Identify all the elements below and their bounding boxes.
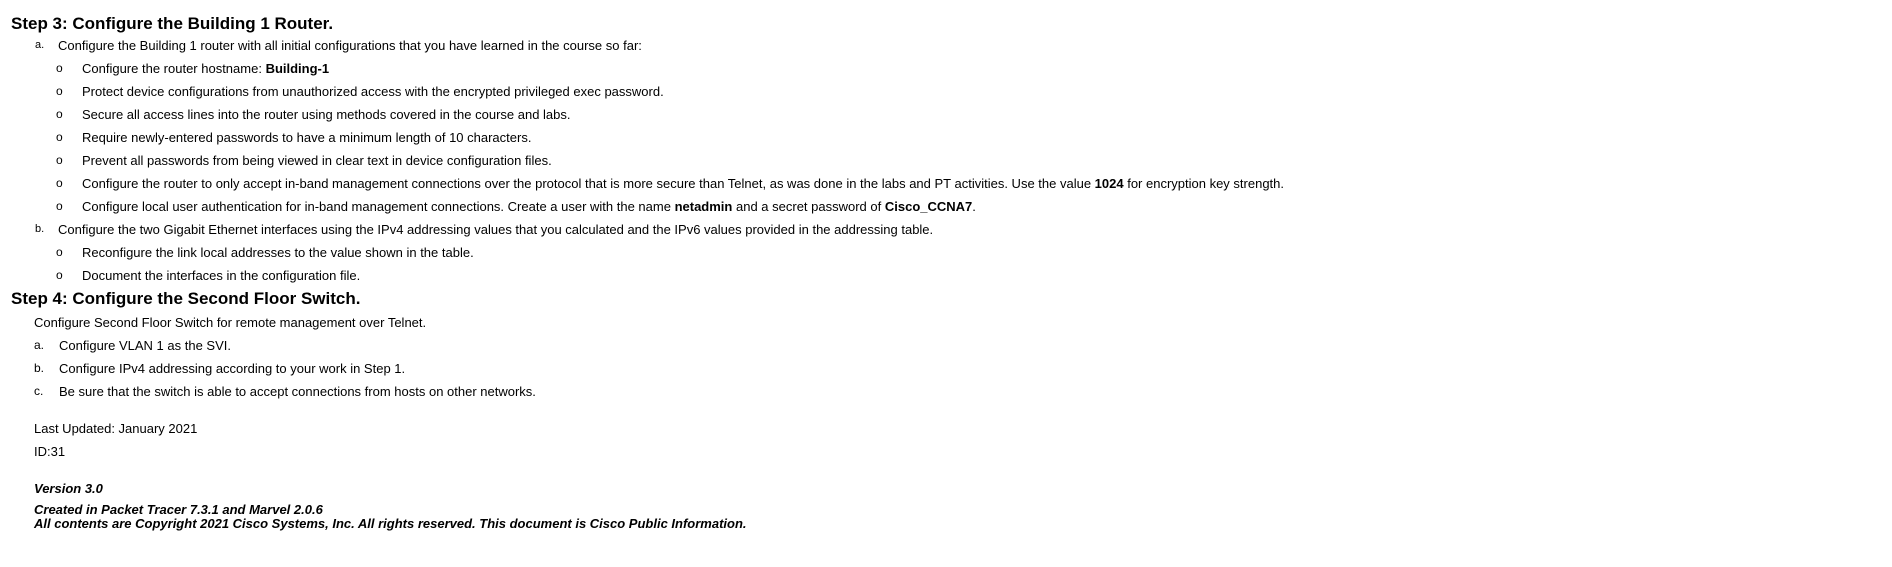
list-item: a. Configure VLAN 1 as the SVI.: [11, 334, 1871, 357]
step4-list: a. Configure VLAN 1 as the SVI. b. Confi…: [11, 334, 1871, 403]
list-marker: b.: [35, 223, 45, 235]
bullet-text: Secure all access lines into the router …: [82, 107, 571, 122]
bullet-icon: o: [56, 130, 63, 144]
list-marker: a.: [35, 39, 45, 51]
bullet-icon: o: [56, 107, 63, 121]
bullet-icon: o: [56, 84, 63, 98]
step3-item-a-bullets: o Configure the router hostname: Buildin…: [11, 57, 1871, 218]
bullet-icon: o: [56, 153, 63, 167]
bullet-icon: o: [56, 176, 63, 190]
bullet-text: Reconfigure the link local addresses to …: [82, 245, 474, 260]
last-updated: Last Updated: January 2021: [34, 421, 198, 436]
bullet-icon: o: [56, 61, 63, 75]
created-label: Created in Packet Tracer 7.3.1 and Marve…: [34, 502, 323, 517]
bullet-text: Configure local user authentication for …: [82, 199, 675, 214]
bullet-icon: o: [56, 245, 63, 259]
step3-item-b: b. Configure the two Gigabit Ethernet in…: [11, 218, 1871, 241]
list-item-text: Configure IPv4 addressing according to y…: [59, 361, 406, 376]
document-body: Step 3: Configure the Building 1 Router.…: [11, 11, 1871, 531]
password-value: Cisco_CCNA7: [884, 199, 973, 214]
step3-list-b: b. Configure the two Gigabit Ethernet in…: [11, 218, 1871, 241]
list-item: o Require newly-entered passwords to hav…: [11, 126, 1871, 149]
document-id: ID:31: [34, 444, 66, 459]
bullet-text: Prevent all passwords from being viewed …: [82, 153, 552, 168]
bullet-text: Configure the router hostname:: [82, 61, 266, 76]
document-footer: Last Updated: January 2021 ID:31 Version…: [11, 403, 1871, 531]
copyright-notice: All contents are Copyright 2021 Cisco Sy…: [34, 516, 747, 531]
bullet-text: .: [972, 199, 976, 214]
step3-item-b-bullets: o Reconfigure the link local addresses t…: [11, 241, 1871, 287]
bullet-text: Document the interfaces in the configura…: [82, 268, 361, 283]
list-item: o Configure the router hostname: Buildin…: [11, 57, 1871, 80]
list-marker: b.: [34, 361, 45, 375]
list-item: b. Configure IPv4 addressing according t…: [11, 357, 1871, 380]
version-label: Version 3.0: [34, 481, 103, 496]
step3-item-b-text: Configure the two Gigabit Ethernet inter…: [58, 222, 934, 237]
bullet-text: and a secret password of: [732, 199, 885, 214]
list-marker: a.: [34, 338, 45, 352]
step4-heading: Step 4: Configure the Second Floor Switc…: [11, 289, 361, 308]
list-item: o Protect device configurations from una…: [11, 80, 1871, 103]
username-value: netadmin: [674, 199, 733, 214]
list-item: o Configure local user authentication fo…: [11, 195, 1871, 218]
step3-list: a. Configure the Building 1 router with …: [11, 34, 1871, 57]
bullet-icon: o: [56, 199, 63, 213]
bullet-text: Protect device configurations from unaut…: [82, 84, 664, 99]
list-item: c. Be sure that the switch is able to ac…: [11, 380, 1871, 403]
bullet-text: Require newly-entered passwords to have …: [82, 130, 532, 145]
list-item: o Secure all access lines into the route…: [11, 103, 1871, 126]
key-strength-value: 1024: [1094, 176, 1124, 191]
list-marker: c.: [34, 384, 44, 398]
step3-item-a-text: Configure the Building 1 router with all…: [58, 38, 642, 53]
list-item-text: Configure VLAN 1 as the SVI.: [59, 338, 231, 353]
bullet-text: Configure the router to only accept in-b…: [82, 176, 1095, 191]
step3-heading: Step 3: Configure the Building 1 Router.: [11, 14, 334, 33]
bullet-text: for encryption key strength.: [1123, 176, 1285, 191]
hostname-value: Building-1: [265, 61, 330, 76]
list-item-text: Be sure that the switch is able to accep…: [59, 384, 536, 399]
list-item: o Document the interfaces in the configu…: [11, 264, 1871, 287]
bullet-icon: o: [56, 268, 63, 282]
list-item: o Reconfigure the link local addresses t…: [11, 241, 1871, 264]
list-item: o Configure the router to only accept in…: [11, 172, 1871, 195]
list-item: o Prevent all passwords from being viewe…: [11, 149, 1871, 172]
step4-intro: Configure Second Floor Switch for remote…: [34, 315, 427, 330]
step3-item-a: a. Configure the Building 1 router with …: [11, 34, 1871, 57]
